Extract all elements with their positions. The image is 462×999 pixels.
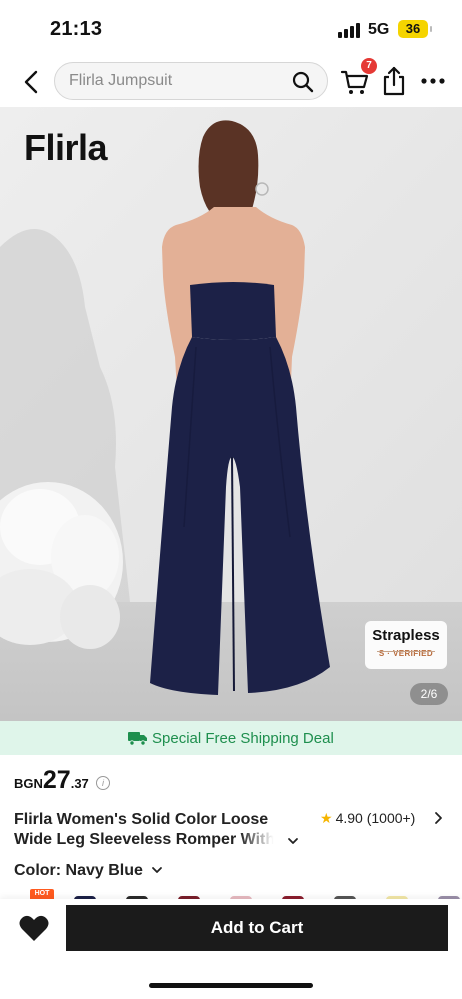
more-options-button[interactable] [418, 66, 448, 96]
share-button[interactable] [380, 64, 408, 98]
price-currency: BGN [14, 776, 43, 791]
search-bar[interactable] [54, 62, 328, 100]
brand-logo: Flirla [24, 127, 108, 168]
chevron-down-icon [152, 867, 163, 873]
review-count: (1000+) [366, 810, 416, 826]
signal-icon [338, 22, 362, 38]
bottom-action-bar: Add to Cart [0, 899, 462, 999]
battery-tip [430, 26, 432, 32]
free-shipping-banner[interactable]: Special Free Shipping Deal [0, 721, 462, 755]
rating-value: 4.90 [335, 810, 363, 826]
more-icon [421, 78, 445, 84]
shipping-text: Special Free Shipping Deal [152, 730, 334, 747]
badge-title: Strapless [372, 627, 440, 644]
back-arrow-icon [24, 70, 38, 94]
truck-icon [128, 732, 147, 746]
add-to-cart-button[interactable]: Add to Cart [66, 905, 448, 951]
rating-chevron-right-icon[interactable] [432, 811, 444, 825]
badge-divider [377, 651, 435, 652]
share-icon [383, 66, 405, 96]
home-indicator [149, 983, 313, 988]
product-image-gallery[interactable]: Flirla Strapless S · VERIFIED 2/6 [0, 107, 462, 721]
status-bar: 21:13 5G 36 [0, 0, 462, 58]
image-page-indicator: 2/6 [410, 683, 448, 705]
cart-count-badge: 7 [361, 58, 377, 74]
price-decimal: .37 [70, 776, 89, 791]
color-label: Color: Navy Blue [14, 862, 143, 879]
price-info-icon[interactable]: i [96, 776, 110, 790]
battery-icon: 36 [398, 20, 428, 38]
wishlist-button[interactable] [18, 913, 50, 943]
product-rating[interactable]: ★ 4.90 (1000+) [320, 810, 415, 827]
title-fade [240, 830, 288, 850]
search-icon[interactable] [291, 70, 315, 94]
price: BGN27.37 [14, 766, 89, 795]
price-integer: 27 [42, 766, 71, 794]
strapless-verified-badge: Strapless S · VERIFIED [365, 621, 447, 669]
star-icon: ★ [320, 810, 333, 826]
hot-tag: HOT [30, 889, 54, 899]
back-button[interactable] [14, 64, 48, 100]
title-expand-chevron-icon[interactable] [286, 834, 300, 848]
network-label: 5G [368, 21, 390, 38]
status-time: 21:13 [50, 18, 103, 40]
color-selector[interactable]: Color: Navy Blue [14, 862, 163, 880]
heart-icon [19, 915, 49, 941]
search-input[interactable] [69, 72, 279, 90]
top-nav-bar: 7 [0, 58, 462, 106]
